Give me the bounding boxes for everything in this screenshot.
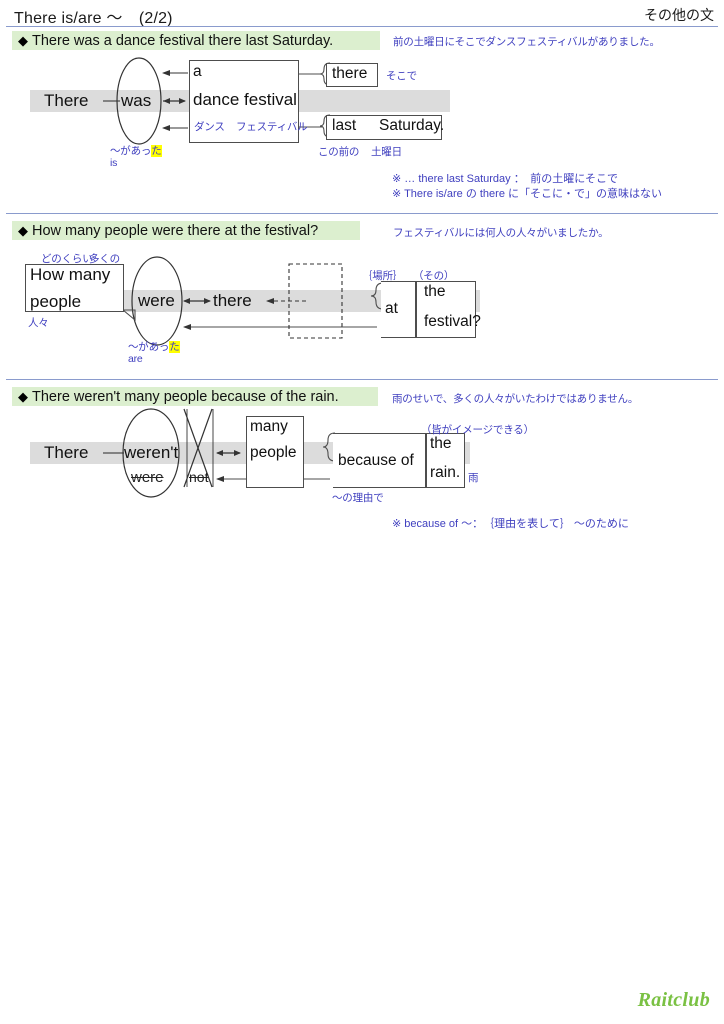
diagram-3-preposition: because of [338,452,414,469]
diagram-1-note-2: ※ There is/are の there に「そこに・で」の意味はない [392,188,663,200]
diagram-2-object-head: festival? [424,313,481,330]
diagram-2-preposition-gloss: ｛場所｝ [362,270,404,282]
diagram-1-verb: was [121,91,152,110]
diagram-2-verb-alt: are [128,353,143,365]
section-2-divider [6,213,718,214]
diagram-2-adverb-there: there [213,291,252,310]
section-3-divider [6,379,718,380]
section-1-japanese: 前の土曜日にそこでダンスフェスティバルがありました。 [393,36,660,48]
diamond-icon: ◆ [18,33,28,48]
site-logo: Raitclub [637,989,710,1011]
diagram-1-time-gloss-2: 土曜日 [371,146,402,158]
diagram-1-time-determiner: last [332,117,357,134]
diagram-2-lines [47,256,449,346]
diagram-3-negation: not [189,469,209,485]
diagram-1-time-head: Saturday. [379,117,445,134]
diagram-2-subject-head: people [30,292,82,311]
diagram-2-verb-gloss: 〜があった [128,339,180,354]
diagram-3-object-determiner: many [250,418,288,435]
diagram-1-object-determiner: a [193,63,202,80]
diagram-1-verb-gloss-text: 〜があっ [110,145,152,157]
diagram-2-subject-gloss-1: どのくらい [41,253,93,265]
diagram-1-adverb-gloss: そこで [386,70,417,82]
diagram-1-adverb-there: there [332,65,368,82]
page-title: There is/are 〜 (2/2) [14,10,173,27]
diagram-3-object2-determiner-gloss: （皆がイメージできる） [421,424,534,436]
diagram-3-subject: There [44,443,89,462]
section-3-english: There weren't many people because of the… [32,388,339,405]
diagram-3-object-head: people [250,444,297,461]
diagram-1-lines [103,57,376,145]
diagram-3-preposition-gloss: 〜の理由で [332,492,384,504]
section-3-heading: ◆ There weren't many people because of t… [12,387,378,406]
diagram-2-object-determiner-gloss: （その） [413,270,455,282]
diamond-icon: ◆ [18,389,28,404]
diagram-3-note-1: ※ because of 〜： ｛理由を表して｝ 〜のために [392,518,629,530]
diagram-1-object-gloss-2: フェスティバル [236,121,308,133]
worksheet-page: There is/are 〜 (2/2) その他の文 ◆ There was a… [0,0,724,1024]
diagram-3-verb: weren't [124,443,179,462]
section-1-heading: ◆ There was a dance festival there last … [12,31,380,50]
diagram-1-time-gloss-1: この前の [318,146,360,158]
diagram-2-preposition: at [385,300,398,317]
diagram-2-verb: were [138,291,175,310]
diagram-3-object2-determiner: the [430,435,452,452]
diagram-3-object2-head-gloss: 雨 [468,472,479,484]
diagram-1-object-head: dance festival [193,90,297,109]
diagram-2-object-determiner: the [424,283,446,300]
diagram-2-verb-gloss-highlight: た [169,341,180,353]
header-divider [6,26,718,27]
diagram-1-verb-alt: is [110,157,118,169]
diagram-3-verb-alt: were [131,469,164,486]
diamond-icon: ◆ [18,223,28,238]
section-3-japanese: 雨のせいで、多くの人々がいたわけではありません。 [392,393,639,405]
diagram-1-verb-gloss: 〜があった [110,143,162,158]
section-1-english: There was a dance festival there last Sa… [32,32,334,49]
diagram-1-subject: There [44,91,89,110]
section-2-heading: ◆ How many people were there at the fest… [12,221,360,240]
diagram-3-lines [103,408,449,498]
section-2-japanese: フェスティバルには何人の人々がいましたか。 [393,227,609,239]
diagram-2-subject-determiner: How many [30,265,111,284]
diagram-3-object2-head: rain. [430,464,461,481]
diagram-2-subject-gloss-head: 人々 [28,317,49,329]
diagram-1-note-1: ※ … there last Saturday ： 前の土曜にそこで [392,173,618,185]
diagram-1-object-gloss-1: ダンス [194,121,225,133]
diagram-1-verb-gloss-highlight: た [151,145,162,157]
diagram-2-subject-gloss-2: 多くの [89,253,120,265]
diagram-2-verb-gloss-text: 〜があっ [128,341,170,353]
page-header-category: その他の文 [644,7,714,23]
section-2-english: How many people were there at the festiv… [32,222,319,239]
